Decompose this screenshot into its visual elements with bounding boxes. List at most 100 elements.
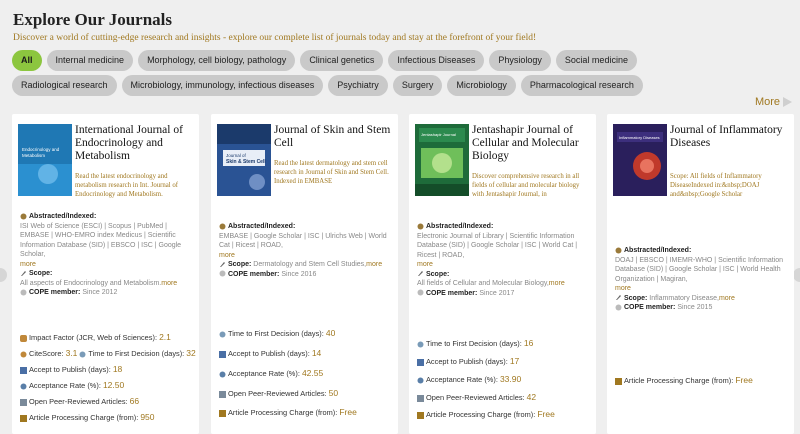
metric-label: Time to First Decision (days): [426,339,522,348]
metric-row: Time to First Decision (days): 40 [219,328,335,339]
scope-more-link[interactable]: more [549,280,565,287]
metric-row: Article Processing Charge (from): Free [615,375,753,386]
cope-label: COPE member: [29,289,81,296]
pencil-icon [219,261,226,268]
metric-row: Open Peer-Reviewed Articles: 50 [219,388,338,399]
scope-more-link[interactable]: more [161,280,177,287]
filter-chip-clinical-genetics[interactable]: Clinical genetics [300,50,384,71]
journal-title[interactable]: Journal of Inflammatory Diseases [670,124,790,150]
pin-icon [417,223,424,230]
abstracted-more-link[interactable]: more [417,260,592,270]
metric-label: Acceptance Rate (%): [426,375,498,384]
cope-value: Since 2015 [677,304,713,311]
scope-text: Inflammatory Disease, [649,294,719,302]
scope-label: Scope: [29,270,53,277]
svg-text:Skin & Stem Cell: Skin & Stem Cell [226,159,266,165]
journal-card[interactable]: Journal of Skin & Stem Cell Journal of S… [211,114,398,434]
scope-text: All fields of Cellular and Molecular Bio… [417,280,549,287]
scope-label: Scope: [426,270,450,278]
journal-cover-image[interactable]: Jentashapir Journal [415,124,469,196]
filter-chip-internal-medicine[interactable]: Internal medicine [46,50,134,71]
abstracted-list: EMBASE | Google Scholar | ISC | Ulrichs … [219,232,387,250]
carousel-next-handle[interactable] [793,268,800,282]
pencil-icon [615,294,622,301]
pin-icon [219,223,226,230]
filter-chip-microbiology-immunology[interactable]: Microbiology, immunology, infectious dis… [121,75,324,96]
abstracted-label: Abstracted/Indexed: [228,223,296,230]
acceptance-rate-icon [219,371,226,378]
cope-label: COPE member: [228,270,280,278]
more-link[interactable]: More [755,96,792,108]
metric-label: Time to First Decision (days): [88,349,185,358]
metric-value: 14 [311,348,322,358]
journal-cover-image[interactable]: Endocrinology and Metabolism [18,124,72,196]
filter-chip-infectious-diseases[interactable]: Infectious Diseases [388,50,485,71]
metric-row: Open Peer-Reviewed Articles: 42 [417,392,536,403]
charge-icon [219,409,226,417]
svg-text:Inflammatory Diseases: Inflammatory Diseases [619,135,660,140]
scope-more-link[interactable]: more [366,261,382,268]
filter-chip-pharmacological-research[interactable]: Pharmacological research [520,75,643,96]
cope-label: COPE member: [426,289,478,297]
cope-icon [219,270,226,277]
abstracted-label: Abstracted/Indexed: [29,213,97,220]
metric-label: Open Peer-Reviewed Articles: [426,393,525,402]
metric-value: 40 [325,328,336,338]
filter-chip-physiology[interactable]: Physiology [489,50,551,71]
cope-icon [417,289,424,296]
metric-row: CiteScore: 3.1 Time to First Decision (da… [20,348,196,359]
abstracted-more-link[interactable]: more [20,260,195,270]
clock-icon [79,351,86,358]
charge-icon [417,411,424,419]
filter-chips: All Internal medicine Morphology, cell b… [12,50,702,96]
abstracted-more-link[interactable]: more [615,284,790,294]
filter-chip-radiological-research[interactable]: Radiological research [12,75,117,96]
cope-value: Since 2016 [281,270,317,278]
svg-text:Journal of: Journal of [226,153,247,158]
articles-icon [219,390,226,398]
abstracted-list: DOAJ | EBSCO | IMEMR-WHO | Scientific In… [615,256,784,283]
metric-value: 2.1 [159,332,171,342]
journal-card[interactable]: Inflammatory Diseases Journal of Inflamm… [607,114,794,434]
metric-label: Article Processing Charge (from): [426,410,536,419]
metric-label: CiteScore: [29,349,64,358]
filter-chip-psychiatry[interactable]: Psychiatry [328,75,388,96]
metric-value: Free [537,409,555,419]
metric-row: Article Processing Charge (from): Free [417,409,555,420]
journal-title[interactable]: Jentashapir Journal of Cellular and Mole… [472,124,592,163]
pencil-icon [417,270,424,277]
cope-icon [20,289,27,296]
charge-icon [615,377,622,385]
metric-row: Acceptance Rate (%): 12.50 [20,380,124,391]
scope-text: Dermatology and Stem Cell Studies, [253,261,367,268]
metric-label: Impact Factor (JCR, Web of Sciences): [29,333,158,342]
section-header: Explore Our Journals Discover a world of… [13,10,793,43]
carousel-prev-handle[interactable] [0,268,7,282]
metric-value: 3.1 [65,348,78,358]
abstracted-more-link[interactable]: more [219,251,394,261]
scope-more-link[interactable]: more [719,295,735,302]
metric-row: Impact Factor (JCR, Web of Sciences): 2.… [20,332,171,343]
filter-chip-morphology[interactable]: Morphology, cell biology, pathology [138,50,296,71]
filter-chip-all[interactable]: All [12,50,42,71]
abstracted-section: Abstracted/Indexed: ISI Web of Science (… [20,212,195,298]
metric-label: Accept to Publish (days): [426,357,508,366]
filter-chip-microbiology[interactable]: Microbiology [447,75,516,96]
metric-label: Acceptance Rate (%): [228,369,300,378]
metric-row: Accept to Publish (days): 17 [417,356,519,367]
journal-card[interactable]: Endocrinology and Metabolism Internation… [12,114,199,434]
metric-row: Time to First Decision (days): 16 [417,338,533,349]
journal-title[interactable]: Journal of Skin and Stem Cell [274,124,394,150]
abstracted-section: Abstracted/Indexed: Electronic Journal o… [417,222,592,298]
journal-cover-image[interactable]: Journal of Skin & Stem Cell [217,124,271,196]
page-subtitle: Discover a world of cutting-edge researc… [13,33,537,43]
metric-label: Acceptance Rate (%): [29,381,101,390]
filter-chip-social-medicine[interactable]: Social medicine [555,50,637,71]
metric-value: 950 [140,412,155,422]
journal-cover-image[interactable]: Inflammatory Diseases [613,124,667,196]
metric-value: 42 [526,392,537,402]
journal-title[interactable]: International Journal of Endocrinology a… [75,124,195,163]
filter-chip-surgery[interactable]: Surgery [392,75,443,96]
abstracted-list: Electronic Journal of Library | Scientif… [417,232,578,259]
journal-card[interactable]: Jentashapir Journal Jentashapir Journal … [409,114,596,434]
